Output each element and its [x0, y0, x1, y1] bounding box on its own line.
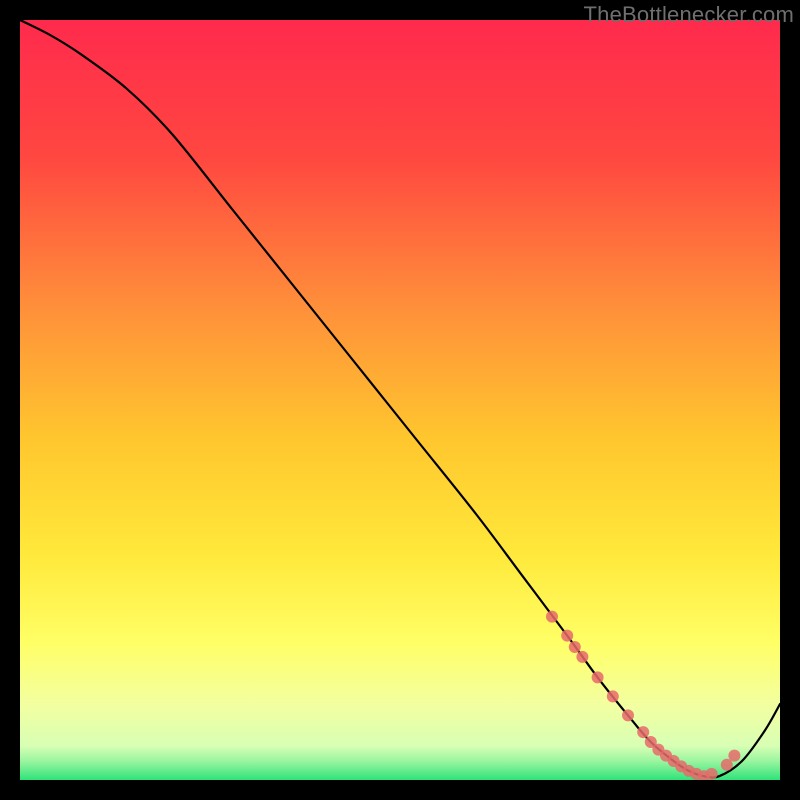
marker-dot [622, 709, 634, 721]
marker-dot [576, 651, 588, 663]
marker-dot [561, 630, 573, 642]
marker-dot [569, 641, 581, 653]
marker-dot [546, 611, 558, 623]
bottleneck-chart [20, 20, 780, 780]
plot-background [20, 20, 780, 780]
marker-dot [728, 750, 740, 762]
marker-dot [706, 768, 718, 780]
marker-dot [592, 671, 604, 683]
marker-dot [637, 726, 649, 738]
marker-dot [607, 690, 619, 702]
watermark-text: TheBottlenecker.com [584, 2, 794, 28]
chart-stage: TheBottlenecker.com [0, 0, 800, 800]
